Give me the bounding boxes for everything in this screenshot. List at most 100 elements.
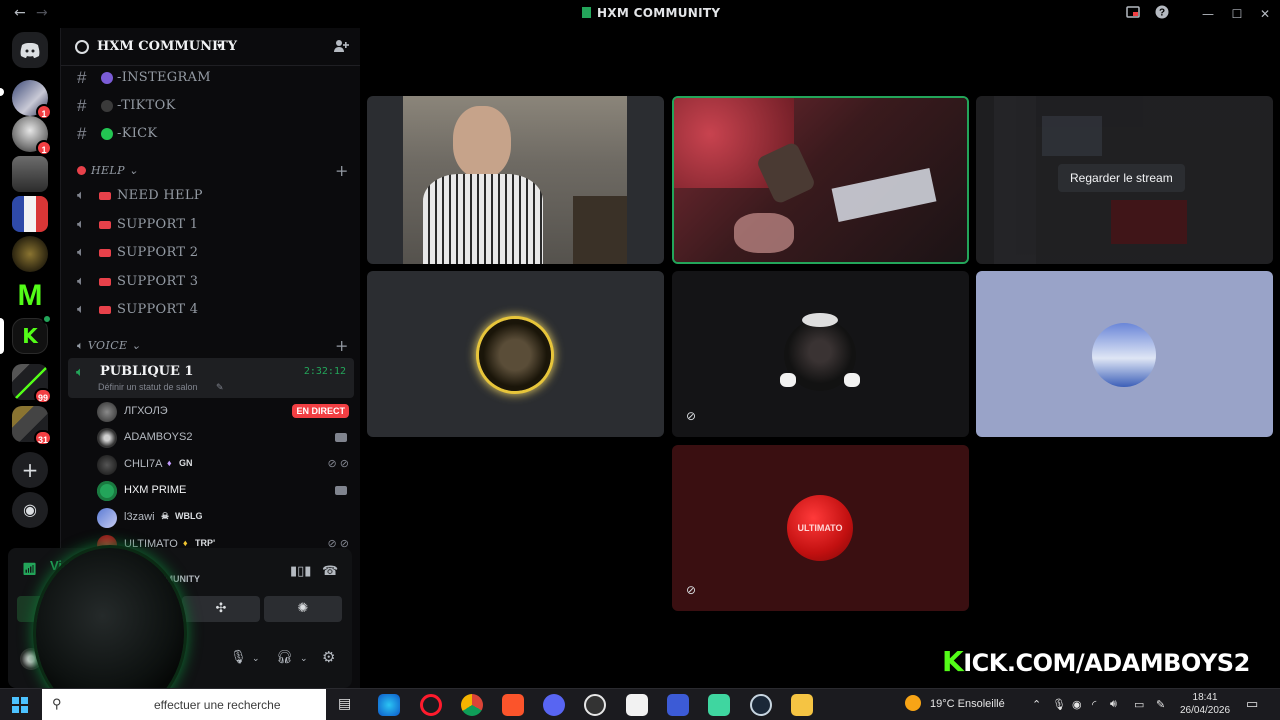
speaker-icon: 🔈︎ (77, 188, 85, 203)
obs-icon[interactable] (584, 694, 606, 716)
channel-support-3[interactable]: 🔈︎ SUPPORT 3 (75, 270, 351, 294)
channel-support-2[interactable]: 🔈︎ SUPPORT 2 (75, 241, 351, 265)
arrow-right-icon[interactable]: → (36, 5, 48, 21)
create-channel-icon[interactable]: + (335, 161, 349, 180)
battery-icon[interactable]: ▭ (1134, 698, 1144, 711)
disconnect-icon[interactable]: ☎ (322, 564, 338, 579)
avatar (97, 402, 117, 422)
server-3-icon[interactable] (12, 156, 48, 192)
chevron-down-icon[interactable]: ⌄ (300, 654, 308, 664)
chevron-down-icon[interactable]: ⌄ (252, 654, 260, 664)
server-folder-1[interactable]: 99 (12, 364, 52, 404)
server-hxm-icon[interactable]: K (12, 314, 52, 354)
server-4-icon[interactable] (12, 196, 48, 232)
close-icon[interactable]: ✕ (1256, 5, 1274, 23)
help-icon[interactable]: ? (1153, 5, 1171, 23)
set-channel-status[interactable]: Définir un statut de salon (98, 382, 198, 392)
create-channel-icon[interactable]: + (335, 336, 349, 355)
edge-icon[interactable] (378, 694, 400, 716)
mic-tray-icon[interactable]: 🎙︎ (1052, 698, 1066, 711)
wifi-icon[interactable]: ◜ (1092, 698, 1096, 711)
opera-icon[interactable] (420, 694, 442, 716)
category-voice[interactable]: 🔈︎ VOICE ⌄ + (77, 336, 348, 357)
network-tray-icon[interactable]: ◉ (1072, 698, 1082, 711)
explore-icon[interactable]: ◉ (12, 492, 48, 528)
video-tile-avatar[interactable] (367, 271, 664, 437)
server-6-icon[interactable]: M (12, 278, 48, 314)
add-server-icon[interactable]: + (12, 452, 48, 488)
channel-kick[interactable]: # -KICK (75, 122, 351, 146)
task-view-icon[interactable]: ▤ (338, 695, 351, 712)
server-2-badge: 1 (36, 140, 52, 156)
voice-user[interactable]: l3zawi ☠ WBLG (97, 506, 351, 530)
taskbar-search[interactable]: ⚲ effectuer une recherche (42, 689, 326, 720)
mic-muted-icon: ⊘ (686, 409, 697, 423)
voice-user[interactable]: ADAMBOYS2 (97, 426, 351, 450)
minimize-icon[interactable]: — (1199, 5, 1217, 23)
watch-stream-button[interactable]: Regarder le stream (1058, 164, 1185, 192)
muted-deafened-icon: ⊘ ⊘ (327, 458, 350, 470)
speaker-icon: 🔈︎ (77, 302, 85, 317)
pencil-icon[interactable]: ✎ (216, 382, 224, 393)
chrome-icon[interactable] (461, 694, 483, 716)
discord-home-button[interactable] (12, 32, 48, 68)
channel-support-4[interactable]: 🔈︎ SUPPORT 4 (75, 298, 351, 322)
avatar (97, 428, 117, 448)
video-tile-avatar[interactable] (976, 271, 1273, 437)
soundboard-button[interactable]: ✺ (264, 596, 342, 622)
category-help[interactable]: HELP ⌄ + (77, 161, 348, 182)
kick-url: ICK.COM/ADAMBOYS2 (963, 649, 1250, 677)
headphones-icon[interactable]: 🎧︎ (276, 650, 293, 665)
server-1-icon[interactable]: 1 (12, 80, 52, 120)
guild-header[interactable]: HXM COMMUNITY ▾ (61, 28, 361, 66)
video-tile-stream[interactable]: Regarder le stream (976, 96, 1273, 264)
microphone-icon[interactable]: 🎙︎ (230, 650, 247, 665)
invite-people-icon[interactable] (333, 38, 349, 58)
channel-support-1[interactable]: 🔈︎ SUPPORT 1 (75, 213, 351, 237)
taskbar-clock[interactable]: 18:41 26/04/2026 (1180, 691, 1230, 717)
inbox-icon[interactable] (1124, 5, 1142, 23)
server-5-icon[interactable] (12, 236, 48, 272)
avatar-text: ULTIMATO (797, 523, 843, 533)
soundboard-icon[interactable]: ▮▯▮ (290, 564, 311, 579)
channel-tiktok[interactable]: # -TIKTOK (75, 94, 351, 118)
volume-icon[interactable]: 🔊︎ (1110, 698, 1117, 711)
brave-icon[interactable] (502, 694, 524, 716)
channel-need-help[interactable]: 🔈︎ NEED HELP (75, 184, 351, 208)
windows-start-icon[interactable] (12, 697, 28, 713)
chevron-up-icon[interactable]: ⌃ (1032, 698, 1041, 711)
speaker-icon: 🔈︎ (76, 365, 84, 380)
video-tile-avatar[interactable]: ⊘ (672, 271, 969, 437)
channel-instegram[interactable]: # -INSTEGRAM (75, 66, 351, 90)
channel-label: SUPPORT 4 (117, 302, 199, 317)
notification-icon[interactable]: ▭ (1246, 696, 1258, 712)
app-icon[interactable] (667, 694, 689, 716)
voice-user[interactable]: HXM PRIME (97, 479, 351, 503)
voice-user[interactable]: CHLI7A ♦ GN ⊘ ⊘ (97, 453, 351, 477)
store-icon[interactable] (626, 694, 648, 716)
siren-icon (99, 221, 111, 229)
video-tile-ultimato[interactable]: ULTIMATO ⊘ (672, 445, 969, 611)
video-tile-desk[interactable] (672, 96, 969, 264)
folder-icon[interactable] (791, 694, 813, 716)
voice-channel-publique-1[interactable]: 🔈︎ PUBLIQUE 1 2:32:12 Définir un statut … (68, 358, 354, 398)
user-tag: WBLG (175, 511, 203, 521)
steam-icon[interactable] (750, 694, 772, 716)
server-folder-2[interactable]: 31 (12, 406, 52, 446)
speaker-icon: 🔈︎ (77, 274, 85, 289)
server-2-icon[interactable]: 1 (12, 116, 52, 156)
video-tile-webcam[interactable] (367, 96, 664, 264)
weather-text[interactable]: 19°C Ensoleillé (930, 698, 1005, 710)
discord-taskbar-icon[interactable] (543, 694, 565, 716)
maximize-icon[interactable]: ☐ (1228, 5, 1246, 23)
activities-button[interactable]: ✣ (182, 596, 260, 622)
user-tag: GN (179, 458, 193, 468)
alarm-icon (77, 166, 86, 175)
pen-icon[interactable]: ✎ (1156, 698, 1165, 711)
gear-icon[interactable]: ⚙ (322, 648, 335, 666)
voice-user[interactable]: ЛГХОЛЭ EN DIRECT (97, 400, 351, 424)
channel-label: SUPPORT 2 (117, 245, 199, 260)
arrow-left-icon[interactable]: ← (14, 5, 26, 21)
voice-channel-name: PUBLIQUE 1 (100, 364, 194, 379)
gamebar-icon[interactable] (708, 694, 730, 716)
